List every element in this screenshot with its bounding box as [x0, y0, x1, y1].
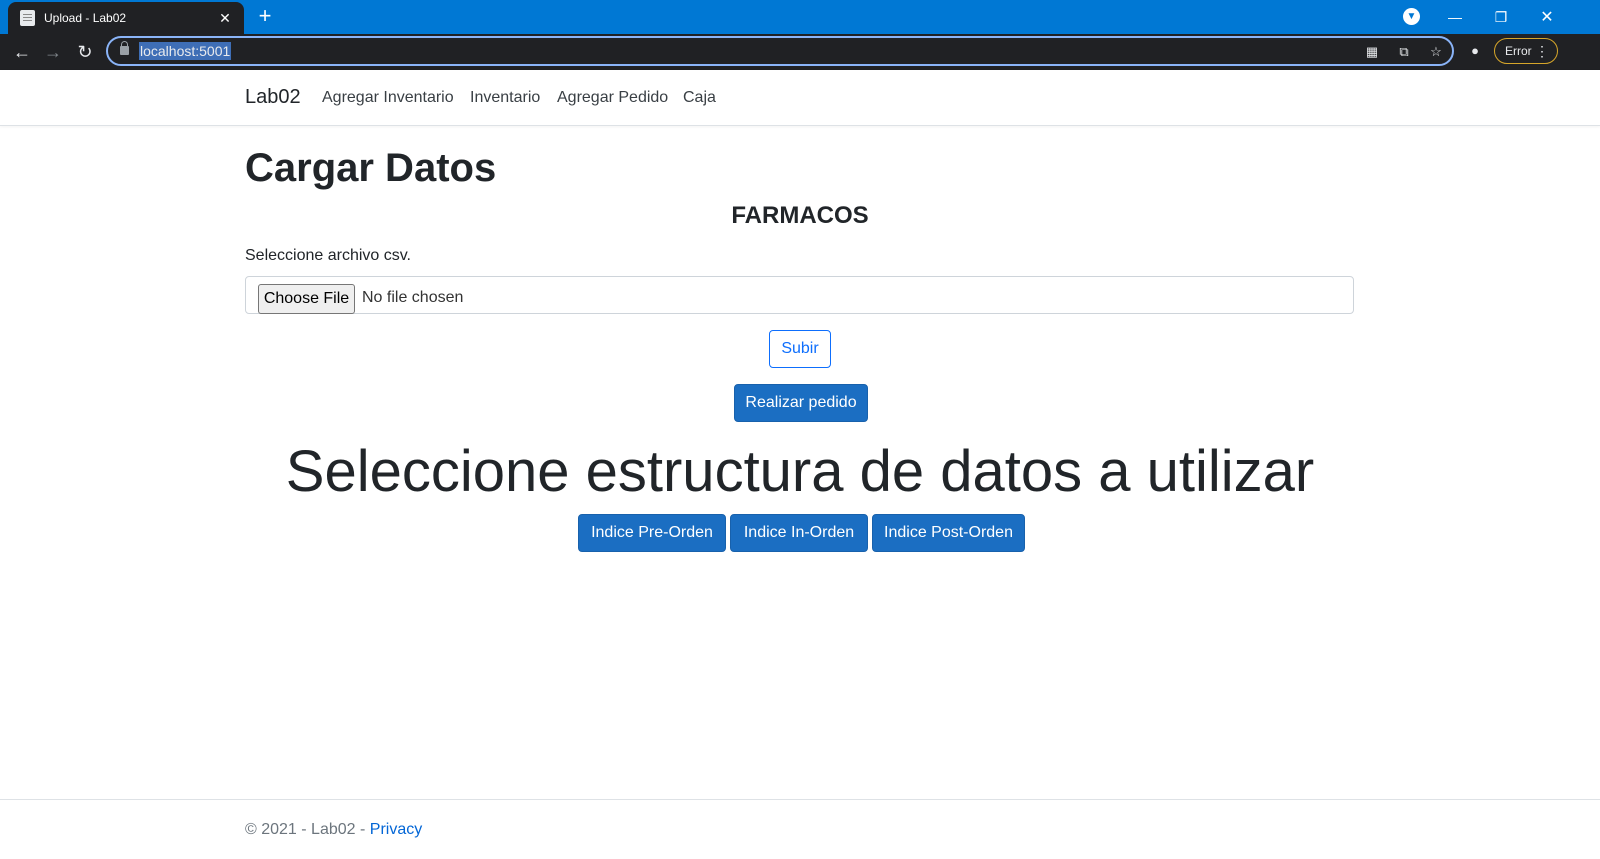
page-title: Cargar Datos [245, 146, 497, 190]
nav-link-inventario[interactable]: Inventario [470, 89, 540, 107]
csv-file-input[interactable]: Choose File No file chosen [245, 276, 1354, 314]
restore-window-icon[interactable]: ❐ [1486, 0, 1516, 34]
browser-error-button[interactable]: Error ⋮ [1494, 38, 1558, 64]
no-file-chosen-text: No file chosen [362, 289, 464, 306]
index-preorder-button[interactable]: Indice Pre-Orden [578, 514, 726, 552]
close-window-icon[interactable]: ✕ [1532, 0, 1562, 34]
profile-avatar-icon[interactable]: ● [1464, 40, 1486, 62]
site-footer: © 2021 - Lab02 - Privacy [0, 799, 1600, 859]
nav-link-caja[interactable]: Caja [683, 89, 716, 107]
footer-copyright: © 2021 - Lab02 - [245, 821, 370, 838]
navbar-brand[interactable]: Lab02 [245, 86, 301, 109]
menu-dots-icon[interactable]: ⋮ [1535, 39, 1549, 63]
minimize-window-icon[interactable]: — [1440, 0, 1470, 34]
browser-toolbar: ← → ↻ localhost:5001 ▦ ⧉ ☆ [0, 34, 1600, 70]
new-tab-button[interactable]: + [256, 4, 274, 28]
back-arrow-icon[interactable]: ← [8, 38, 36, 66]
forward-arrow-icon[interactable]: → [39, 38, 67, 66]
upload-button[interactable]: Subir [769, 330, 831, 368]
site-navbar: Lab02 Agregar Inventario Inventario Agre… [0, 70, 1600, 126]
place-order-button[interactable]: Realizar pedido [734, 384, 868, 422]
nav-link-agregar-inventario[interactable]: Agregar Inventario [322, 89, 454, 107]
url-text[interactable]: localhost:5001 [139, 42, 232, 60]
tab-title: Upload - Lab02 [44, 11, 127, 25]
address-bar[interactable]: localhost:5001 ▦ ⧉ ☆ [106, 36, 1454, 66]
section-subtitle: FARMACOS [731, 202, 869, 229]
error-label: Error [1505, 44, 1532, 58]
reload-icon[interactable]: ↻ [71, 38, 99, 66]
browser-tab-strip: Upload - Lab02 ✕ + ▼ — ❐ ✕ [0, 0, 1600, 34]
choose-file-button[interactable]: Choose File [258, 284, 355, 314]
privacy-link[interactable]: Privacy [370, 821, 422, 838]
bookmark-star-icon[interactable]: ☆ [1426, 42, 1446, 62]
index-inorder-button[interactable]: Indice In-Orden [730, 514, 868, 552]
browser-tab[interactable]: Upload - Lab02 ✕ [8, 2, 244, 34]
footer-text: © 2021 - Lab02 - Privacy [245, 821, 422, 839]
file-input-label: Seleccione archivo csv. [245, 247, 411, 264]
nav-link-agregar-pedido[interactable]: Agregar Pedido [557, 89, 668, 107]
translate-icon[interactable]: ⧉ [1394, 42, 1414, 62]
qr-code-icon[interactable]: ▦ [1362, 42, 1382, 62]
structure-heading: Seleccione estructura de datos a utiliza… [285, 439, 1315, 504]
page-favicon-icon [20, 10, 35, 26]
close-tab-icon[interactable]: ✕ [216, 10, 234, 27]
index-postorder-button[interactable]: Indice Post-Orden [872, 514, 1025, 552]
lock-icon[interactable] [120, 41, 129, 55]
downloads-chevron-icon[interactable]: ▼ [1403, 8, 1420, 25]
